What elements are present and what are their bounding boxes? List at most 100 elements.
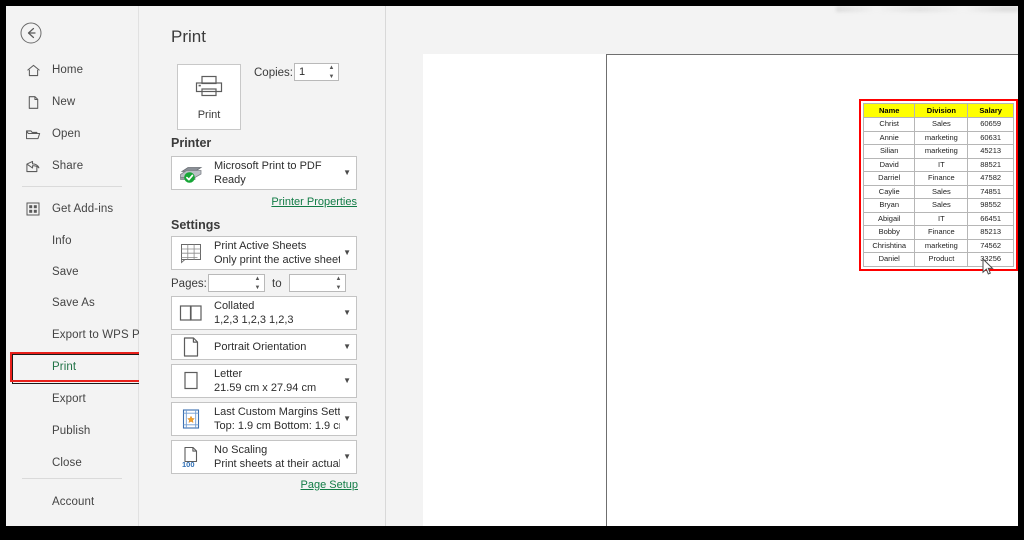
sidebar-item-save-as[interactable]: Save As bbox=[6, 290, 138, 316]
printer-device-icon bbox=[178, 160, 204, 186]
paper-sheet-icon bbox=[178, 368, 204, 394]
cell-salary: 98552 bbox=[967, 198, 1014, 213]
spin-up-icon[interactable]: ▲ bbox=[255, 276, 261, 282]
back-arrow-icon[interactable] bbox=[20, 22, 42, 44]
sidebar-item-close[interactable]: Close bbox=[6, 450, 138, 476]
cell-division: marketing bbox=[914, 144, 969, 159]
print-area-select[interactable]: Print Active Sheets Only print the activ… bbox=[171, 236, 357, 270]
sidebar-item-label: Open bbox=[52, 128, 81, 140]
copies-spin-arrows[interactable]: ▲ ▼ bbox=[327, 65, 336, 80]
chevron-down-icon[interactable]: ▼ bbox=[343, 453, 351, 461]
table-row: David IT 88521 bbox=[862, 157, 1014, 172]
cell-name: Darriel bbox=[862, 171, 916, 186]
orientation-select[interactable]: Portrait Orientation ▼ bbox=[171, 334, 357, 360]
cell-division: Finance bbox=[914, 171, 969, 186]
cell-salary: 66451 bbox=[967, 211, 1014, 226]
sidebar-item-label: Account bbox=[52, 496, 95, 508]
margins-select[interactable]: Last Custom Margins Setting Top: 1.9 cm … bbox=[171, 402, 357, 436]
settings-section-label: Settings bbox=[171, 218, 221, 232]
chevron-down-icon[interactable]: ▼ bbox=[343, 415, 351, 423]
new-document-icon bbox=[24, 93, 42, 111]
table-row: Chrishtina marketing 74562 bbox=[862, 238, 1014, 253]
cell-salary: 60631 bbox=[967, 130, 1014, 145]
printer-properties-link[interactable]: Printer Properties bbox=[139, 196, 357, 208]
sidebar-divider-2 bbox=[22, 478, 122, 479]
sidebar-item-export[interactable]: Export bbox=[6, 386, 138, 412]
cell-name: Annie bbox=[862, 130, 916, 145]
sidebar-item-label: Info bbox=[52, 235, 72, 247]
chevron-down-icon[interactable]: ▼ bbox=[343, 309, 351, 317]
scaling-100-icon: 100 bbox=[178, 444, 204, 470]
chevron-down-icon[interactable]: ▼ bbox=[343, 343, 351, 351]
share-icon bbox=[24, 157, 42, 175]
table-row: Caylie Sales 74851 bbox=[862, 184, 1014, 199]
print-button[interactable]: Print bbox=[177, 64, 241, 130]
copies-label: Copies: bbox=[254, 67, 293, 79]
cell-division: Sales bbox=[914, 184, 969, 199]
cell-division: IT bbox=[914, 157, 969, 172]
sidebar-item-get-add-ins[interactable]: Get Add-ins bbox=[6, 196, 138, 222]
column-header-name: Name bbox=[862, 103, 916, 118]
spin-up-icon[interactable]: ▲ bbox=[336, 276, 342, 282]
sidebar-item-open[interactable]: Open bbox=[6, 121, 138, 147]
copies-stepper[interactable]: 1 ▲ ▼ bbox=[294, 63, 339, 81]
pages-to-stepper[interactable]: ▲ ▼ bbox=[289, 274, 346, 292]
sidebar-item-new[interactable]: New bbox=[6, 89, 138, 115]
sidebar-item-export-to-wps-pdf[interactable]: Export to WPS PDF bbox=[6, 322, 155, 348]
employee-table: Name Division Salary Christ Sales 60659 … bbox=[862, 103, 1014, 267]
sheet-grid-icon bbox=[178, 240, 204, 266]
sidebar-item-print[interactable]: Print bbox=[6, 354, 138, 380]
cell-name: Silian bbox=[862, 144, 916, 159]
sidebar-item-share[interactable]: Share bbox=[6, 153, 138, 179]
cell-salary: 45213 bbox=[967, 144, 1014, 159]
spin-down-icon[interactable]: ▼ bbox=[336, 285, 342, 291]
sidebar-item-home[interactable]: Home bbox=[6, 57, 138, 83]
chevron-down-icon[interactable]: ▼ bbox=[343, 169, 351, 177]
collate-pages-icon bbox=[178, 300, 204, 326]
pages-from-stepper[interactable]: ▲ ▼ bbox=[208, 274, 265, 292]
setting-line2: Top: 1.9 cm Bottom: 1.9 cm L... bbox=[214, 420, 340, 432]
print-preview-area[interactable]: Name Division Salary Christ Sales 60659 … bbox=[386, 6, 1018, 526]
add-ins-grid-icon bbox=[24, 200, 42, 218]
collation-select[interactable]: Collated 1,2,3 1,2,3 1,2,3 ▼ bbox=[171, 296, 357, 330]
cell-name: Bobby bbox=[862, 225, 916, 240]
sidebar-item-account[interactable]: Account bbox=[6, 489, 138, 515]
setting-line2: Print sheets at their actual size bbox=[214, 458, 340, 470]
chevron-down-icon[interactable]: ▼ bbox=[343, 249, 351, 257]
cell-salary: 85213 bbox=[967, 225, 1014, 240]
preview-page-sheet: Name Division Salary Christ Sales 60659 … bbox=[606, 54, 1018, 526]
page-title: Print bbox=[171, 27, 206, 46]
spreadsheet-range-annotation: Name Division Salary Christ Sales 60659 … bbox=[859, 99, 1018, 271]
sidebar-item-label: Export bbox=[52, 393, 86, 405]
cell-division: Sales bbox=[914, 117, 969, 132]
cell-division: Product bbox=[914, 252, 969, 267]
preview-blurred-overlay bbox=[836, 6, 1018, 12]
spin-down-icon[interactable]: ▼ bbox=[329, 74, 335, 80]
spin-up-icon[interactable]: ▲ bbox=[329, 65, 335, 71]
backstage-sidebar: Home New Open Share Get Add-ins Info Sav… bbox=[6, 6, 155, 526]
spin-down-icon[interactable]: ▼ bbox=[255, 285, 261, 291]
sidebar-item-save[interactable]: Save bbox=[6, 259, 138, 285]
sidebar-item-publish[interactable]: Publish bbox=[6, 418, 138, 444]
cell-name: Abigail bbox=[862, 211, 916, 226]
margins-icon bbox=[178, 406, 204, 432]
paper-size-select[interactable]: Letter 21.59 cm x 27.94 cm ▼ bbox=[171, 364, 357, 398]
sidebar-item-label: Save As bbox=[52, 297, 95, 309]
printer-section-label: Printer bbox=[171, 136, 212, 150]
print-settings-pane: Print Print Copies: 1 ▲ ▼ Printer Micros… bbox=[139, 6, 494, 526]
printer-select[interactable]: Microsoft Print to PDF Ready ▼ bbox=[171, 156, 357, 190]
table-row: Silian marketing 45213 bbox=[862, 144, 1014, 159]
pages-to-spin-arrows[interactable]: ▲ ▼ bbox=[334, 276, 343, 291]
setting-line2: 1,2,3 1,2,3 1,2,3 bbox=[214, 314, 294, 326]
page-setup-link[interactable]: Page Setup bbox=[139, 479, 359, 491]
table-header-row: Name Division Salary bbox=[862, 103, 1014, 118]
cell-division: Finance bbox=[914, 225, 969, 240]
scaling-select[interactable]: 100 No Scaling Print sheets at their act… bbox=[171, 440, 357, 474]
printer-status: Ready bbox=[214, 174, 246, 186]
sidebar-item-info[interactable]: Info bbox=[6, 228, 138, 254]
chevron-down-icon[interactable]: ▼ bbox=[343, 377, 351, 385]
sidebar-item-label: Get Add-ins bbox=[52, 203, 114, 215]
pages-from-spin-arrows[interactable]: ▲ ▼ bbox=[253, 276, 262, 291]
portrait-page-icon bbox=[178, 334, 204, 360]
printer-icon bbox=[195, 74, 223, 103]
